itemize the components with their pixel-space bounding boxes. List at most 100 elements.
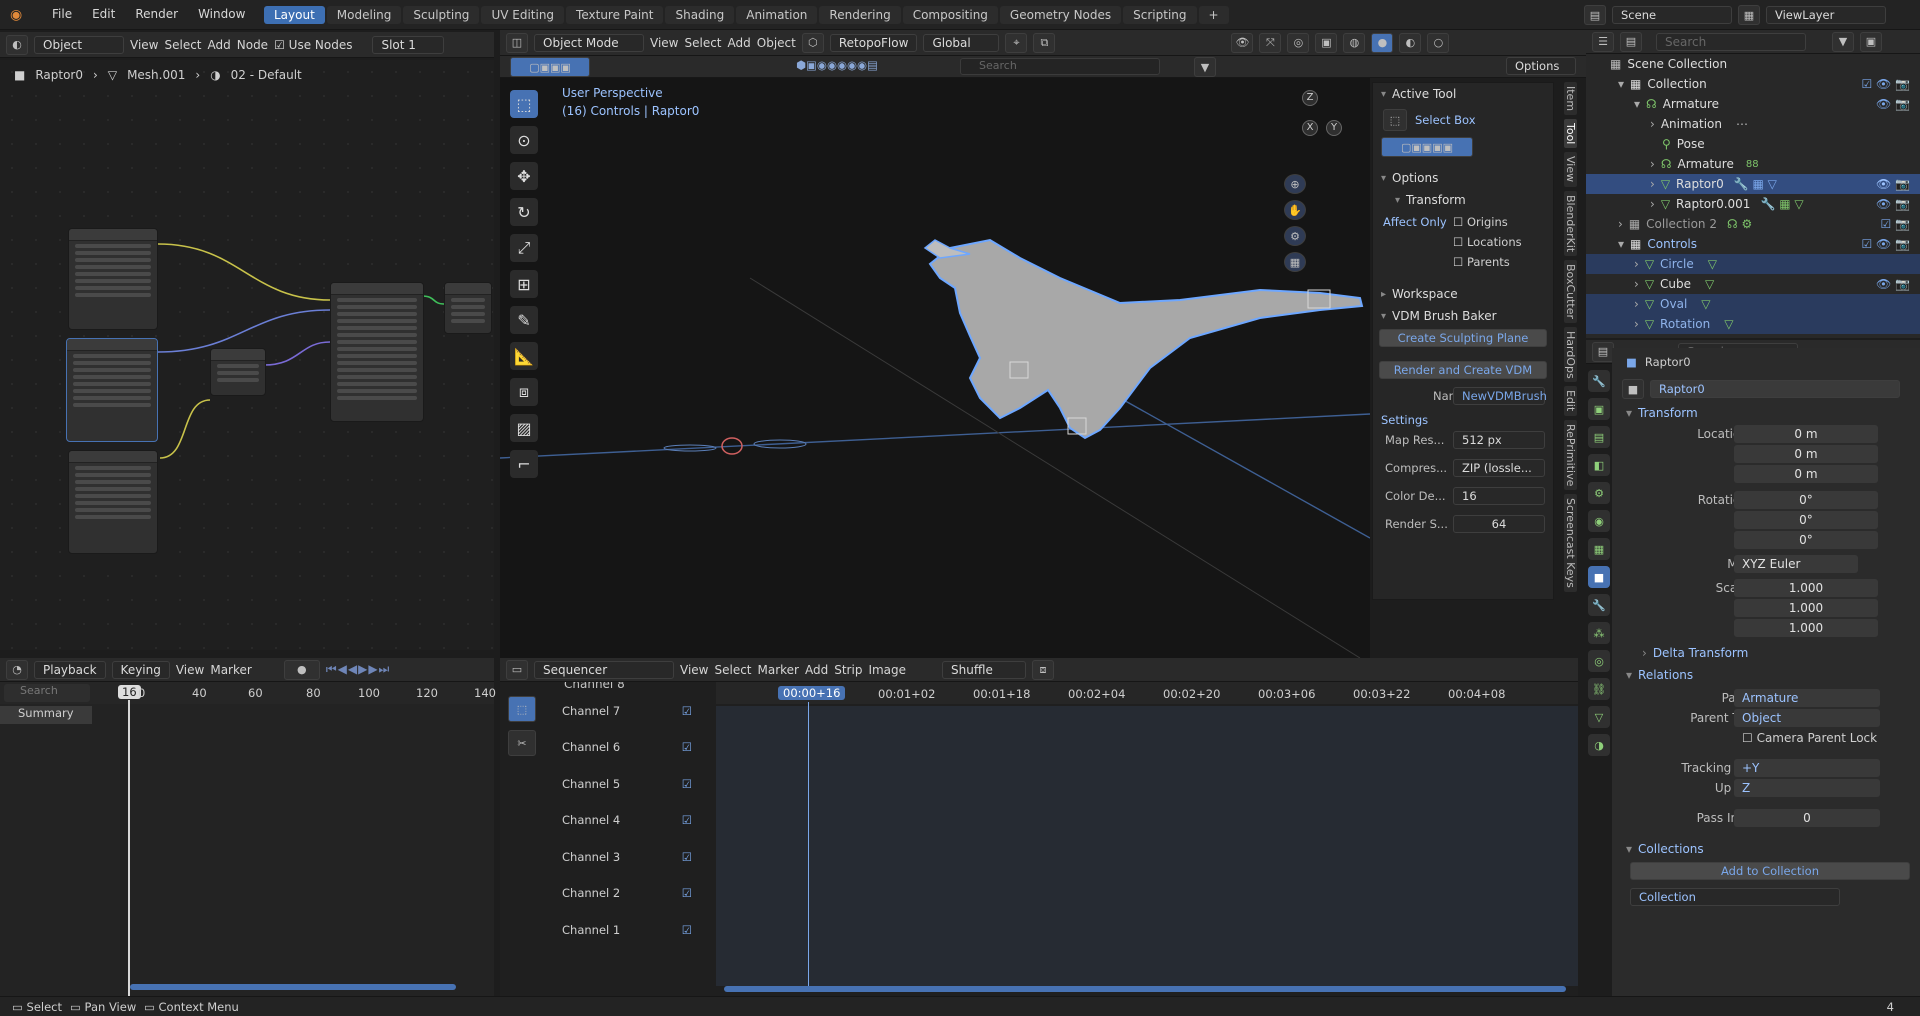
display-mode-icon[interactable]: ▤ <box>1620 31 1642 52</box>
tab-edit[interactable]: Edit <box>1564 386 1577 416</box>
menu-view[interactable]: View <box>130 38 158 52</box>
tab-rendering[interactable]: Rendering <box>819 6 901 24</box>
menu-node[interactable]: Node <box>237 38 268 52</box>
collection-tab-icon[interactable]: ▦ <box>1588 538 1610 560</box>
cursor-tool-icon[interactable]: ⊙ <box>510 126 538 154</box>
sequencer-area[interactable]: ⬚ ✂ 00:00+16 00:01+02 00:01+18 00:02+04 … <box>500 682 1578 996</box>
brush-name-input[interactable]: NewVDMBrush <box>1453 387 1547 405</box>
tab-hardops[interactable]: HardOps <box>1564 326 1577 383</box>
pivot-icon[interactable]: ⌖ <box>1005 32 1028 53</box>
location-x-field[interactable]: 0 m <box>1734 425 1878 443</box>
outliner-row[interactable]: › ▽ Circle ▽ <box>1586 254 1920 274</box>
menu-marker[interactable]: Marker <box>210 663 251 677</box>
parent-field[interactable]: Armature <box>1734 689 1880 707</box>
channel-mute-checkbox[interactable]: ☑ <box>682 850 692 864</box>
mode-dropdown[interactable]: Object Mode <box>534 33 644 52</box>
summary-channel[interactable]: Summary <box>0 706 92 724</box>
select-box-icon[interactable]: ⬚ <box>1383 109 1407 131</box>
location-y-field[interactable]: 0 m <box>1734 445 1878 463</box>
outliner-row[interactable]: › ☊ Armature 88 <box>1586 154 1920 174</box>
scale-tool-icon[interactable]: ⤢ <box>510 234 538 262</box>
object-type-icon[interactable]: ■ <box>1622 379 1644 399</box>
channel-mute-checkbox[interactable]: ☑ <box>682 813 692 827</box>
ortho-grid-icon[interactable]: ▦ <box>1284 252 1306 272</box>
menu-select[interactable]: Select <box>684 36 721 50</box>
curve-tool-icon[interactable]: ⌐ <box>510 450 538 478</box>
shader-type-dropdown[interactable]: Object <box>34 35 124 54</box>
tab-item[interactable]: Item <box>1564 82 1577 116</box>
relations-section-header[interactable]: ▾ Relations <box>1612 664 1920 686</box>
image-tool-icon[interactable]: ▨ <box>510 414 538 442</box>
tab-modeling[interactable]: Modeling <box>326 6 402 24</box>
add-to-collection-button[interactable]: Add to Collection <box>1630 862 1910 880</box>
tab-uv-editing[interactable]: UV Editing <box>481 6 565 24</box>
menu-render[interactable]: Render <box>125 5 188 23</box>
snap-icon[interactable]: ⧈ <box>1032 659 1055 680</box>
tool-tab-icon[interactable]: 🔧 <box>1588 370 1610 392</box>
scale-x-field[interactable]: 1.000 <box>1734 579 1878 597</box>
menu-view[interactable]: View <box>680 663 708 677</box>
outliner-search-input[interactable]: Search <box>1656 32 1806 51</box>
object-tab-icon[interactable]: ■ <box>1588 566 1610 588</box>
tab-texture-paint[interactable]: Texture Paint <box>566 6 664 24</box>
outliner-row[interactable]: ▦ Scene Collection <box>1586 54 1920 74</box>
scene-icon[interactable]: ▤ <box>1584 5 1606 25</box>
transform-tool-icon[interactable]: ⊞ <box>510 270 538 298</box>
3d-viewport[interactable]: User Perspective (16) Controls | Raptor0… <box>500 78 1370 658</box>
orientation-dropdown[interactable]: Global <box>923 33 1000 52</box>
tab-screencast-keys[interactable]: Screencast Keys <box>1564 494 1577 592</box>
tab-reprimitive[interactable]: RePrimitive <box>1564 419 1577 491</box>
use-nodes-checkbox[interactable]: ☑ Use Nodes <box>274 38 352 52</box>
visibility-icon[interactable]: 👁 <box>1231 32 1254 53</box>
transform-subheader[interactable]: ▾ Transform <box>1373 189 1553 211</box>
view-layer-icon[interactable]: ▦ <box>1738 5 1760 25</box>
menu-image[interactable]: Image <box>868 663 906 677</box>
collection-field[interactable]: Collection <box>1630 888 1840 906</box>
filter-icon[interactable]: ▼ <box>1832 31 1854 52</box>
render-create-vdm-button[interactable]: Render and Create VDM <box>1379 361 1547 379</box>
menu-strip[interactable]: Strip <box>834 663 862 677</box>
tab-tool[interactable]: Tool <box>1564 119 1577 149</box>
normal-map-node[interactable] <box>210 348 266 396</box>
view-layer-selector[interactable]: ViewLayer <box>1766 6 1886 24</box>
camera-parent-lock-checkbox[interactable]: ☐ Camera Parent Lock <box>1742 731 1877 745</box>
tab-boxcutter[interactable]: BoxCutter <box>1564 259 1577 323</box>
view-layer-tab-icon[interactable]: ◧ <box>1588 454 1610 476</box>
select-box-tool-icon[interactable]: ⬚ <box>510 90 538 118</box>
snap-icon[interactable]: ⬡ <box>801 32 824 53</box>
visibility-toggle[interactable]: 👁 📷 <box>1876 197 1910 211</box>
scene-selector[interactable]: Scene <box>1612 6 1732 24</box>
tool-buttons[interactable]: ⬢▣◉◉◉◉◉▤ <box>796 58 878 72</box>
channel-mute-checkbox[interactable]: ☑ <box>682 740 692 754</box>
menu-add[interactable]: Add <box>728 36 751 50</box>
image-texture-node-selected[interactable] <box>66 338 158 442</box>
outliner-row[interactable]: ⚲ Pose <box>1586 134 1920 154</box>
options-header[interactable]: ▾ Options <box>1373 167 1553 189</box>
sequencer-scrollbar[interactable] <box>724 986 1566 992</box>
menu-edit[interactable]: Edit <box>82 5 125 23</box>
scale-z-field[interactable]: 1.000 <box>1734 619 1878 637</box>
zoom-icon[interactable]: ⊕ <box>1284 174 1306 194</box>
menu-object[interactable]: Object <box>757 36 796 50</box>
tab-compositing[interactable]: Compositing <box>902 6 998 24</box>
origins-checkbox[interactable]: ☐ Origins <box>1453 215 1508 229</box>
measure-tool-icon[interactable]: 📐 <box>510 342 538 370</box>
create-sculpting-plane-button[interactable]: Create Sculpting Plane <box>1379 329 1547 347</box>
outliner-row[interactable]: ▾ ▦ Collection ☑ 👁 📷 <box>1586 74 1920 94</box>
options-dropdown[interactable]: Options <box>1506 57 1576 75</box>
exclude-checkbox[interactable]: ☑ 👁 📷 <box>1861 77 1910 91</box>
camera-view-icon[interactable]: ⚙ <box>1284 226 1306 246</box>
timeline-editor-icon[interactable]: ◔ <box>6 659 28 680</box>
material-tab-icon[interactable]: ◑ <box>1588 734 1610 756</box>
principled-bsdf-node[interactable] <box>330 282 424 422</box>
delta-transform-header[interactable]: › Delta Transform <box>1612 642 1920 664</box>
tab-geometry-nodes[interactable]: Geometry Nodes <box>999 6 1122 24</box>
tab-layout[interactable]: Layout <box>264 6 325 24</box>
selection-mode-buttons[interactable]: ▢▣▣▣▣ <box>1381 137 1473 157</box>
sequencer-strip-area[interactable] <box>716 706 1578 986</box>
viewport-search-input[interactable]: Search <box>960 58 1160 75</box>
compression-dropdown[interactable]: ZIP (lossle... <box>1453 459 1545 477</box>
menu-marker[interactable]: Marker <box>758 663 799 677</box>
current-time-indicator[interactable]: 00:00+16 <box>778 686 846 700</box>
workspace-header[interactable]: ▸ Workspace <box>1373 283 1553 305</box>
